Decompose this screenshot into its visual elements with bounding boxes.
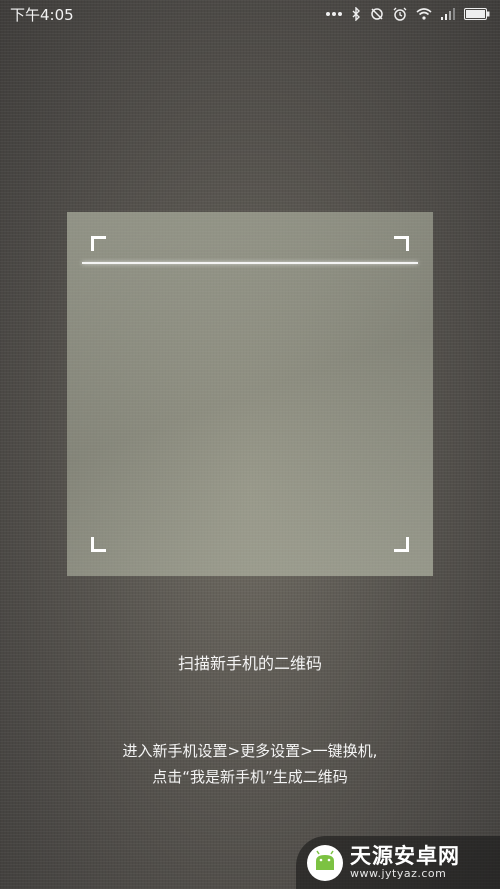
more-dots-icon: [326, 12, 342, 16]
status-icons: [325, 7, 490, 21]
scan-instructions: 进入新手机设置>更多设置>一键换机, 点击“我是新手机”生成二维码: [0, 738, 500, 790]
instruction-line-2: 点击“我是新手机”生成二维码: [152, 768, 348, 786]
scan-corner-bottom-right: [394, 537, 409, 552]
status-time: 下午4:05: [10, 5, 74, 24]
watermark-name: 天源安卓网: [350, 843, 460, 868]
scan-corner-top-right: [394, 236, 409, 251]
scan-corner-top-left: [91, 236, 106, 251]
do-not-disturb-icon: [371, 8, 383, 20]
scan-line: [82, 262, 418, 264]
alarm-icon: [393, 7, 407, 21]
signal-icon: [441, 8, 455, 20]
wifi-icon: [416, 8, 432, 20]
status-bar: 下午4:05: [0, 0, 500, 28]
qr-scan-frame: [67, 212, 433, 576]
scan-title: 扫描新手机的二维码: [177, 654, 322, 673]
instruction-line-1: 进入新手机设置>更多设置>一键换机,: [122, 742, 378, 760]
scan-corner-bottom-left: [91, 537, 106, 552]
site-watermark: 天源安卓网 www.jytyaz.com: [296, 836, 500, 889]
bluetooth-icon: [352, 7, 360, 21]
watermark-url: www.jytyaz.com: [350, 867, 447, 880]
battery-icon: [464, 8, 490, 20]
android-logo-icon: [307, 844, 343, 881]
